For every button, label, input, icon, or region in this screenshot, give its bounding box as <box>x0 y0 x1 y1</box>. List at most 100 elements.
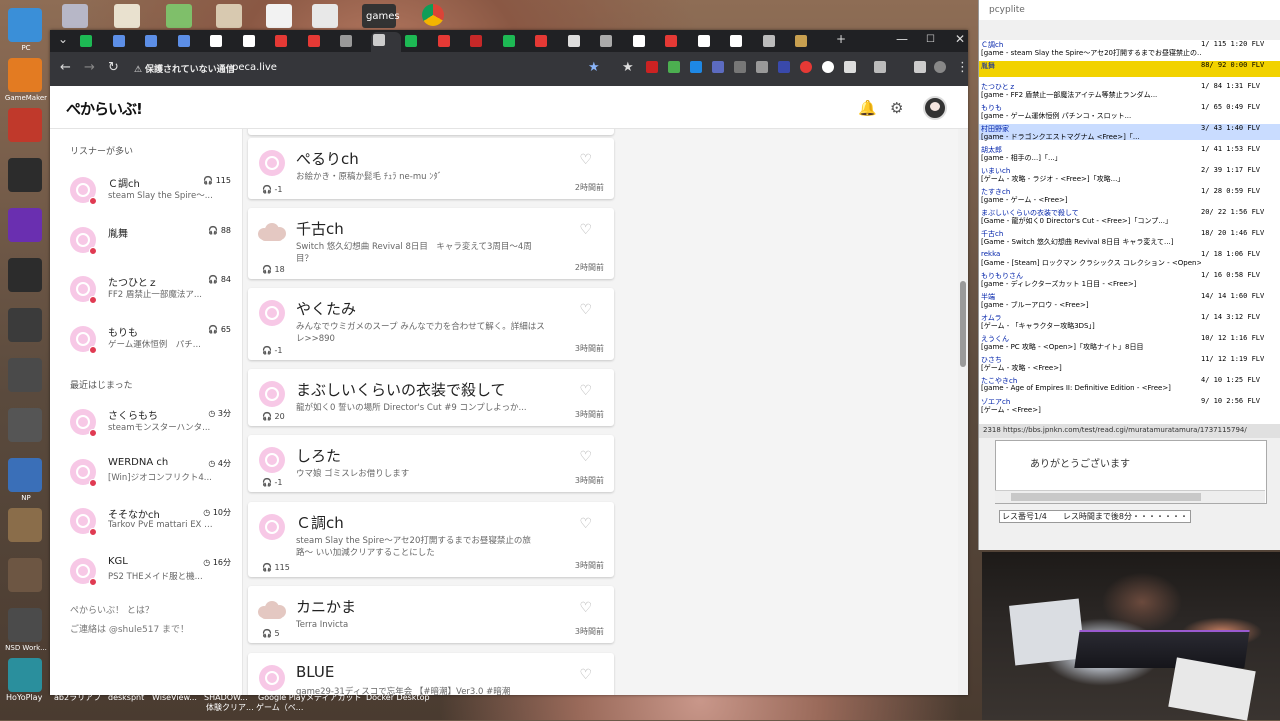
taskbar-thumb[interactable] <box>312 4 338 28</box>
taskbar-thumb[interactable] <box>216 4 242 28</box>
pcyp-channel-row[interactable]: 村田野家 [game - ドラゴンクエストマグナム <Free>]「... 3/ 4… <box>979 124 1280 141</box>
favorite-heart-icon[interactable]: ♡ <box>579 600 592 616</box>
browser-tab[interactable] <box>241 33 271 49</box>
taskbar-app-label[interactable]: SHADOW... <box>204 693 248 702</box>
browser-tab[interactable] <box>761 33 791 49</box>
extension-icon[interactable] <box>822 61 834 73</box>
browser-tab[interactable] <box>501 33 531 49</box>
browser-tab[interactable] <box>403 33 433 49</box>
taskbar-app-label[interactable]: Google Play <box>258 693 305 702</box>
browser-tab[interactable] <box>793 33 823 49</box>
channel-title[interactable]: BLUE <box>296 663 334 681</box>
desktop-icon[interactable] <box>8 58 42 92</box>
browser-tab[interactable] <box>273 33 303 49</box>
browser-tab[interactable] <box>468 33 498 49</box>
browser-tab[interactable] <box>208 33 238 49</box>
sidebar-channel-item[interactable]: 胤舞 🎧 88 <box>70 223 235 263</box>
taskbar-thumb[interactable] <box>266 4 292 28</box>
channel-title[interactable]: まぶしいくらいの衣装で殺して <box>296 379 506 400</box>
desktop-icon[interactable] <box>8 558 42 592</box>
channel-card[interactable]: BLUE ♡ game29-31ディスコで忘年会 【#暗潮】Ver3.0 #暗潮 <box>248 653 614 695</box>
extension-icon[interactable] <box>734 61 746 73</box>
pcyp-channel-row[interactable]: たこやきch [game - Age of Empires II: Definit… <box>979 376 1280 392</box>
pcyp-channel-list[interactable]: Ｃ調ch [game - steam Slay the Spire〜アセ20打開す… <box>979 40 1280 424</box>
browser-tab[interactable] <box>566 33 596 49</box>
sidebar-channel-item[interactable]: WERDNA ch ◷ 4分 [Win]ジオコンフリクト4... <box>70 455 235 495</box>
extension-icon[interactable] <box>778 61 790 73</box>
channel-title[interactable]: しろた <box>296 445 341 466</box>
browser-tab[interactable] <box>78 33 108 49</box>
minimize-button[interactable]: — <box>896 32 908 46</box>
sidebar-channel-item[interactable]: たつひとｚ 🎧 84 FF2 盾禁止一部魔法ア... <box>70 272 235 312</box>
sidebar-channel-item[interactable]: もりも 🎧 65 ゲーム運休恒例 パチ... <box>70 322 235 362</box>
sidebar-channel-item[interactable]: そそなかch ◷ 10分 Tarkov PvE mattari EX L... <box>70 504 235 544</box>
browser-tab[interactable] <box>728 33 758 49</box>
taskbar-app-label[interactable]: WiseView... <box>152 693 197 702</box>
sidebar-channel-item[interactable]: Ｃ調ch 🎧 115 steam Slay the Spire〜... <box>70 173 235 213</box>
desktop-icon[interactable] <box>8 458 42 492</box>
channel-title[interactable]: やくたみ <box>296 298 356 319</box>
chrome-icon[interactable] <box>422 4 444 26</box>
taskbar-app-label[interactable]: HoYoPlay <box>6 693 42 702</box>
desktop-icon[interactable] <box>8 408 42 442</box>
taskbar-app-label[interactable]: deskspnt <box>108 693 144 702</box>
favorite-heart-icon[interactable]: ♡ <box>579 516 592 532</box>
extension-icon[interactable] <box>712 61 724 73</box>
taskbar-thumb[interactable] <box>166 4 192 28</box>
extension-icon[interactable] <box>668 61 680 73</box>
desktop-icon[interactable] <box>8 158 42 192</box>
desktop-icon[interactable] <box>8 8 42 42</box>
extension-icon[interactable] <box>874 61 886 73</box>
taskbar-app-label[interactable]: メディアカット <box>306 693 361 702</box>
favorite-heart-icon[interactable]: ♡ <box>579 302 592 318</box>
address-bar[interactable]: ⚠ 保護されていない通信 peca.live <box>128 57 628 81</box>
new-tab-button[interactable]: + <box>836 32 846 46</box>
extension-icon[interactable] <box>690 61 702 73</box>
pcyp-channel-row[interactable]: ひさち [ゲーム - 攻略 - <Free>] 11/ 12 1:19 FLV <box>979 355 1280 372</box>
browser-tab[interactable] <box>176 33 206 49</box>
settings-gear-icon[interactable]: ⚙ <box>890 99 903 117</box>
pcyp-channel-row[interactable]: ゾエアch [ゲーム - <Free>] 9/ 10 2:56 FLV <box>979 397 1280 414</box>
pcyp-channel-row[interactable]: えうくん [game - PC 攻略 - <Open>]「攻略ナイト」8日目 10/… <box>979 334 1280 351</box>
extension-icon[interactable] <box>756 61 768 73</box>
sidebar-channel-item[interactable]: さくらもち ◷ 3分 steamモンスターハンタ... <box>70 405 235 445</box>
channel-card[interactable]: カニかま ♡ Terra Invicta 🎧 5 3時間前 <box>248 586 614 643</box>
desktop-icon[interactable] <box>8 108 42 142</box>
taskbar-thumb[interactable] <box>114 4 140 28</box>
favorites-star-icon[interactable]: ★ <box>622 60 634 75</box>
extension-icon[interactable] <box>800 61 812 73</box>
site-logo[interactable]: ぺからいぶ! <box>66 98 143 119</box>
browser-tab[interactable] <box>598 33 628 49</box>
sidebar-channel-item[interactable]: KGL ◷ 16分 PS2 THEメイド服と機... <box>70 554 235 594</box>
browser-tab[interactable] <box>338 33 368 49</box>
close-button[interactable]: ✕ <box>955 32 965 46</box>
taskbar-app-label[interactable]: ab2ラリアフ <box>54 693 101 702</box>
browser-tab[interactable] <box>436 33 466 49</box>
browser-tab[interactable] <box>370 32 401 52</box>
favorite-heart-icon[interactable]: ♡ <box>579 383 592 399</box>
pcyp-channel-row[interactable]: たつひとｚ [game - FF2 盾禁止一部魔法アイテム等禁止ランダム... 1/… <box>979 82 1280 99</box>
pcyp-channel-row[interactable]: 胡太郎 [game - 相手の...]「...」 1/ 41 1:53 FLV <box>979 145 1280 162</box>
extension-icon[interactable] <box>646 61 658 73</box>
maximize-button[interactable]: ☐ <box>926 34 935 45</box>
channel-title[interactable]: ぺるりch <box>296 148 359 169</box>
desktop-icon[interactable] <box>8 258 42 292</box>
channel-title[interactable]: 千古ch <box>296 218 344 239</box>
channel-card[interactable]: やくたみ ♡ みんなでウミガメのスープ みんなで力を合わせて解く。詳細はスレ>>89… <box>248 288 614 360</box>
browser-tab[interactable] <box>143 33 173 49</box>
pcyp-channel-row[interactable]: Ｃ調ch [game - steam Slay the Spire〜アセ20打開す… <box>979 40 1280 57</box>
security-warning[interactable]: ⚠ 保護されていない通信 <box>134 62 235 75</box>
desktop-icon[interactable] <box>8 308 42 342</box>
url-text[interactable]: peca.live <box>232 62 277 73</box>
channel-card[interactable]: ぺるりch ♡ お絵かき・原稿か髭毛 ﾁｭﾗ ne-mu ﾝﾀﾞ 🎧 -1 2時間前 <box>248 138 614 199</box>
user-avatar[interactable] <box>923 96 947 120</box>
forward-icon[interactable]: → <box>84 60 95 75</box>
channel-title[interactable]: Ｃ調ch <box>296 512 344 533</box>
browser-tab[interactable] <box>696 33 726 49</box>
pcyp-channel-row[interactable]: まぶしいくらいの衣装で殺して [Game - 龍が如く0 Director's C… <box>979 208 1280 225</box>
extension-icon[interactable] <box>914 61 926 73</box>
browser-tab[interactable] <box>663 33 693 49</box>
desktop-icon[interactable] <box>8 608 42 642</box>
tab-search-icon[interactable]: ⌄ <box>58 32 68 46</box>
notification-bell-icon[interactable]: 🔔 <box>858 99 877 117</box>
